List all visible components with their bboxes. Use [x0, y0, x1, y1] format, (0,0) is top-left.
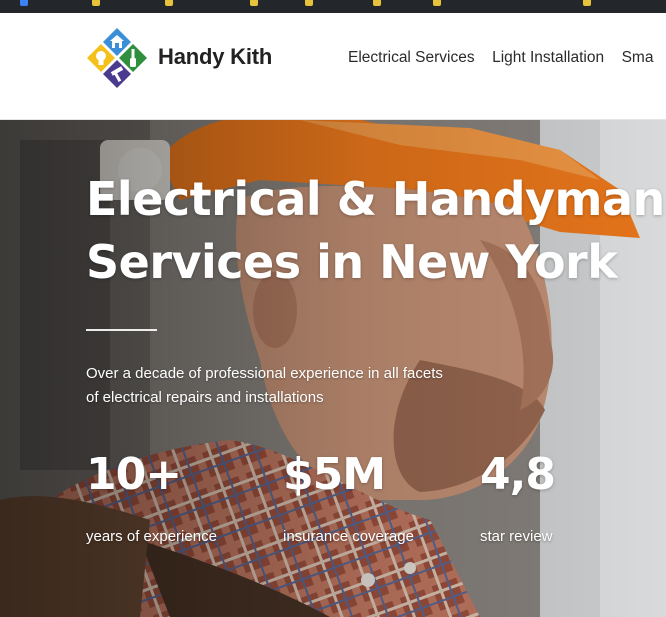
hero-title-line-1: Electrical & Handyman: [86, 172, 665, 226]
bookmark-folder-icon[interactable]: [92, 0, 100, 6]
bookmark-folder-icon[interactable]: [305, 0, 313, 6]
stat-value: 4,8: [480, 449, 556, 500]
nav-smart-home[interactable]: Sma: [622, 49, 654, 67]
main-nav: Electrical Services Light Installation S…: [348, 49, 666, 73]
stat-rating: 4,8 star review: [480, 449, 556, 546]
stat-label: years of experience: [86, 528, 217, 545]
brand-name[interactable]: Handy Kith: [158, 44, 272, 70]
bookmark-folder-icon[interactable]: [250, 0, 258, 6]
bookmark-folder-icon[interactable]: [165, 0, 173, 6]
stat-insurance: $5M insurance coverage: [283, 449, 414, 546]
hero-title: Electrical & Handyman Services in New Yo…: [86, 168, 666, 294]
stat-value: $5M: [283, 449, 386, 500]
bookmarks-bar: [0, 0, 666, 13]
title-divider: [86, 329, 157, 331]
bookmark-folder-icon[interactable]: [433, 0, 441, 6]
bookmark-folder-icon[interactable]: [373, 0, 381, 6]
nav-electrical-services[interactable]: Electrical Services: [348, 49, 475, 67]
site-header: Handy Kith Electrical Services Light Ins…: [0, 13, 666, 120]
stat-label: star review: [480, 528, 553, 545]
hero-section: Electrical & Handyman Services in New Yo…: [0, 120, 666, 617]
stat-years: 10+ years of experience: [86, 449, 217, 546]
stat-value: 10+: [86, 449, 182, 500]
hero-subtitle: Over a decade of professional experience…: [86, 365, 443, 406]
house-bulb-wrench-logo-icon[interactable]: [86, 27, 148, 89]
bookmark-favicon[interactable]: [20, 0, 28, 6]
hero-title-line-2: Services in New York: [86, 235, 618, 289]
nav-light-installation[interactable]: Light Installation: [492, 49, 604, 67]
stat-label: insurance coverage: [283, 528, 414, 545]
bookmark-folder-icon[interactable]: [583, 0, 591, 6]
